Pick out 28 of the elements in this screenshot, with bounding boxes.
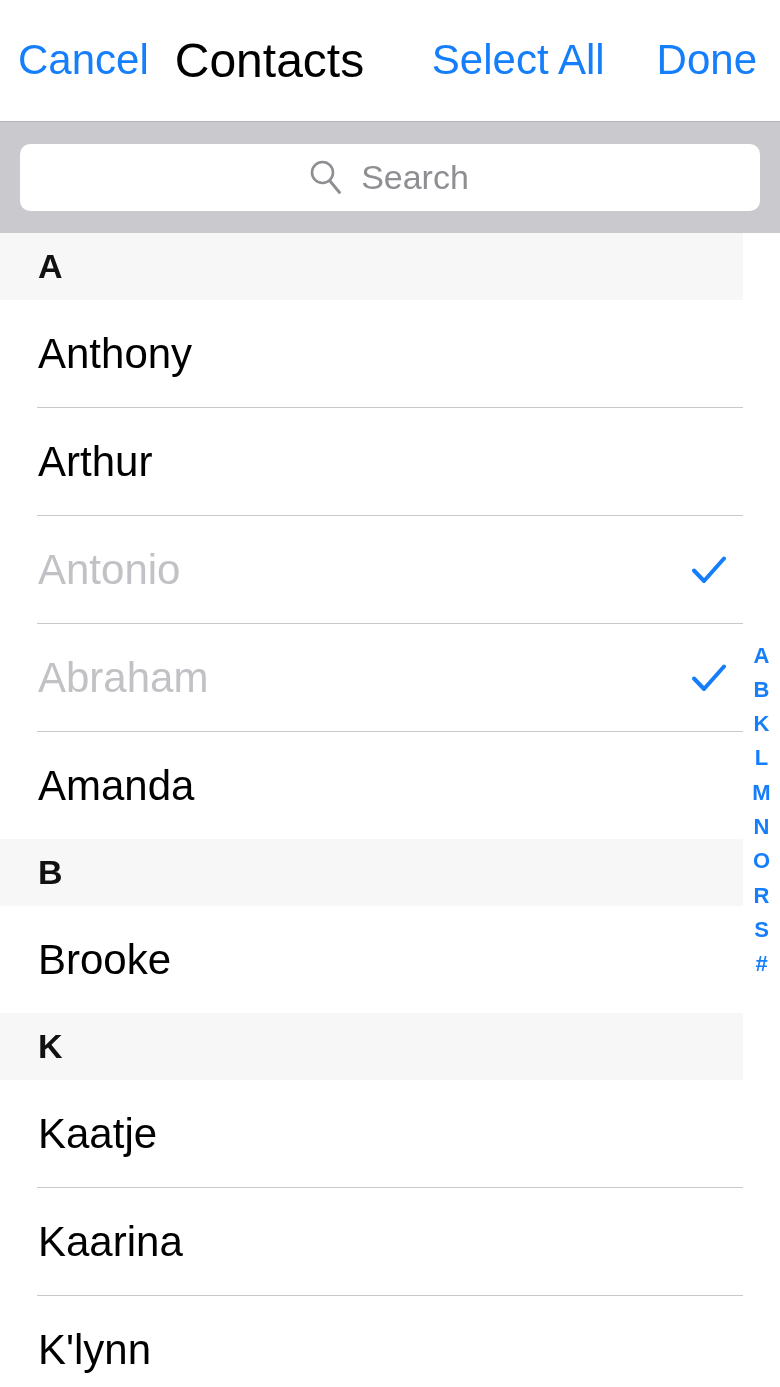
done-button[interactable]: Done bbox=[656, 36, 757, 85]
search-field[interactable]: Search bbox=[20, 144, 760, 211]
select-all-button[interactable]: Select All bbox=[431, 36, 605, 85]
contact-row[interactable]: Kaarina bbox=[0, 1188, 743, 1295]
index-letter[interactable]: N bbox=[753, 810, 770, 845]
contact-row[interactable]: K'lynn bbox=[0, 1296, 743, 1387]
index-letter[interactable]: R bbox=[753, 878, 770, 913]
index-letter[interactable]: K bbox=[753, 707, 770, 742]
index-letter[interactable]: A bbox=[753, 638, 770, 673]
index-letter[interactable]: M bbox=[752, 775, 771, 810]
section-header: A bbox=[0, 233, 743, 300]
contact-row[interactable]: Arthur bbox=[0, 408, 743, 515]
section-header: K bbox=[0, 1013, 743, 1080]
index-letter[interactable]: # bbox=[755, 947, 768, 982]
checkmark-icon bbox=[692, 555, 726, 584]
cancel-button[interactable]: Cancel bbox=[18, 36, 149, 85]
search-icon bbox=[310, 160, 341, 194]
index-letter[interactable]: B bbox=[753, 672, 770, 708]
contact-row[interactable]: Kaatje bbox=[0, 1080, 743, 1187]
index-letter[interactable]: L bbox=[754, 741, 769, 776]
checkmark-icon bbox=[692, 663, 726, 692]
index-letter[interactable]: O bbox=[752, 844, 771, 879]
contact-row[interactable]: Anthony bbox=[0, 300, 743, 407]
nav-title: Contacts bbox=[174, 32, 365, 89]
section-header: B bbox=[0, 839, 743, 906]
index-letter[interactable]: S bbox=[754, 912, 769, 948]
contact-row[interactable]: Amanda bbox=[0, 732, 743, 839]
contact-row[interactable]: Brooke bbox=[0, 906, 743, 1013]
